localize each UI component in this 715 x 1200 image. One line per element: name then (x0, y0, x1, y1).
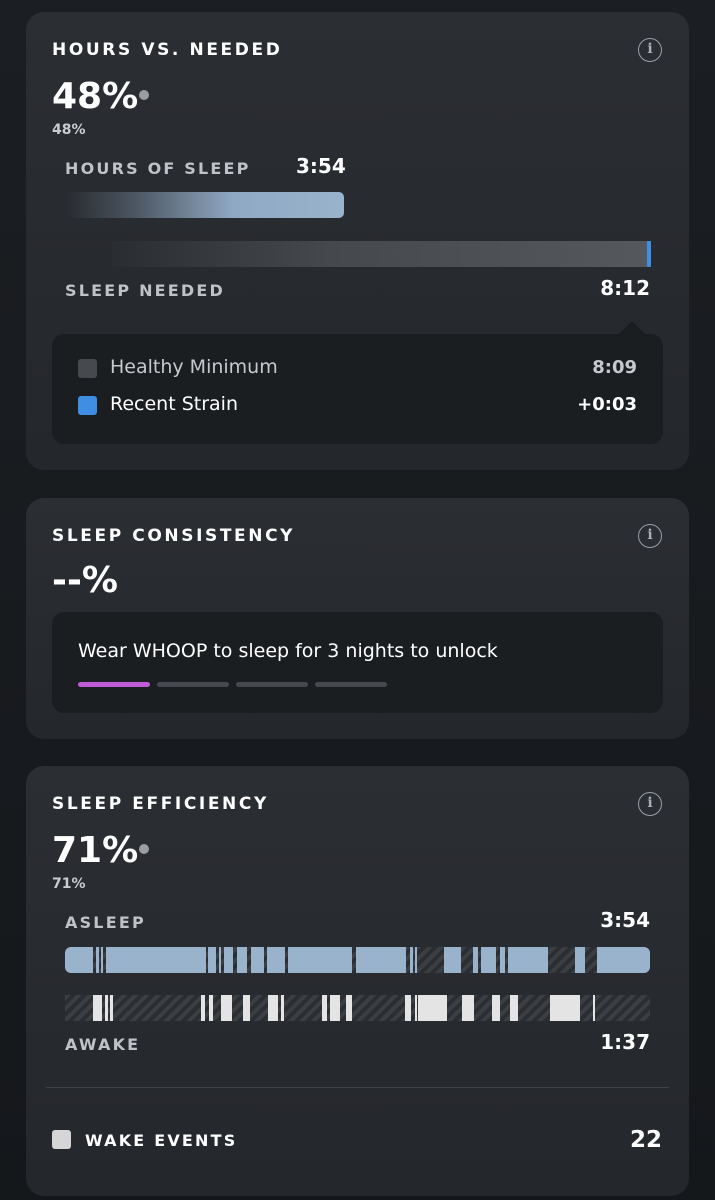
recent-strain-label: Recent Strain (110, 393, 238, 415)
asleep-segment (267, 947, 285, 973)
awake-segment (93, 995, 102, 1021)
card-title: SLEEP CONSISTENCY (52, 526, 296, 546)
awake-segment (268, 995, 278, 1021)
awake-segment (105, 995, 108, 1021)
sleep-needed-breakdown: Healthy Minimum 8:09 Recent Strain +0:03 (52, 334, 663, 444)
healthy-minimum-value: 8:09 (592, 357, 637, 378)
divider (46, 1087, 669, 1088)
asleep-segment (224, 947, 233, 973)
info-icon[interactable]: i (638, 524, 662, 548)
awake-segment (415, 995, 417, 1021)
wake-events-value: 22 (629, 1127, 662, 1153)
asleep-segment (597, 947, 650, 973)
progress-segment (157, 682, 229, 687)
asleep-segment (219, 947, 221, 973)
awake-segment (110, 995, 113, 1021)
awake-segment (492, 995, 500, 1021)
awake-segment (510, 995, 518, 1021)
unlock-message: Wear WHOOP to sleep for 3 nights to unlo… (78, 640, 498, 662)
asleep-segment (101, 947, 103, 973)
asleep-segment (208, 947, 216, 973)
awake-segment (330, 995, 340, 1021)
asleep-segment (500, 947, 505, 973)
awake-segment (405, 995, 411, 1021)
healthy-minimum-swatch (78, 359, 97, 378)
asleep-value: 3:54 (600, 908, 650, 932)
sleep-efficiency-card: SLEEP EFFICIENCY i 71% 71% ASLEEP 3:54 A… (26, 766, 689, 1196)
asleep-segment (575, 947, 585, 973)
awake-segment (243, 995, 250, 1021)
card-title: HOURS VS. NEEDED (52, 40, 283, 60)
awake-segment (346, 995, 352, 1021)
legend-pointer (619, 321, 645, 334)
awake-segment (209, 995, 213, 1021)
info-icon[interactable]: i (638, 38, 662, 62)
hours-of-sleep-bar (66, 192, 344, 218)
progress-segment (78, 682, 150, 687)
awake-value: 1:37 (600, 1030, 650, 1054)
awake-segment (593, 995, 595, 1021)
progress-segment (236, 682, 308, 687)
hours-percent-small: 48% (52, 122, 86, 138)
hours-vs-needed-card: HOURS VS. NEEDED i 48% 48% HOURS OF SLEE… (26, 12, 689, 470)
hours-of-sleep-value: 3:54 (296, 154, 346, 178)
asleep-segment (444, 947, 461, 973)
consistency-percent: --% (52, 560, 118, 601)
efficiency-percent: 71% (52, 830, 139, 871)
asleep-segment (65, 947, 93, 973)
sleep-needed-marker (647, 241, 651, 267)
card-title: SLEEP EFFICIENCY (52, 794, 269, 814)
awake-segment (462, 995, 474, 1021)
hours-of-sleep-label: HOURS OF SLEEP (65, 159, 251, 178)
healthy-minimum-label: Healthy Minimum (110, 356, 278, 378)
asleep-segment (237, 947, 247, 973)
sleep-consistency-card: SLEEP CONSISTENCY i --% Wear WHOOP to sl… (26, 498, 689, 739)
asleep-segment (251, 947, 264, 973)
progress-segment (315, 682, 387, 687)
asleep-segment (288, 947, 352, 973)
asleep-segment (96, 947, 99, 973)
asleep-segment (410, 947, 413, 973)
wake-events-label: WAKE EVENTS (85, 1131, 238, 1150)
efficiency-percent-small: 71% (52, 876, 86, 892)
asleep-segment (356, 947, 406, 973)
asleep-segment (473, 947, 478, 973)
unlock-panel: Wear WHOOP to sleep for 3 nights to unlo… (52, 612, 663, 713)
awake-segment (550, 995, 580, 1021)
info-icon[interactable]: i (638, 792, 662, 816)
status-dot (139, 844, 149, 854)
asleep-segment (415, 947, 417, 973)
sleep-needed-bar (112, 241, 650, 267)
awake-segment (221, 995, 232, 1021)
awake-segment (201, 995, 205, 1021)
hours-percent: 48% (52, 76, 139, 117)
wake-events-swatch (52, 1130, 71, 1149)
asleep-segment (481, 947, 496, 973)
recent-strain-swatch (78, 396, 97, 415)
sleep-needed-value: 8:12 (600, 276, 650, 300)
asleep-timeline (65, 947, 650, 973)
asleep-segment (508, 947, 548, 973)
awake-label: AWAKE (65, 1035, 141, 1054)
status-dot (139, 90, 149, 100)
awake-segment (281, 995, 284, 1021)
awake-timeline (65, 995, 650, 1021)
sleep-needed-label: SLEEP NEEDED (65, 281, 226, 300)
asleep-segment (106, 947, 206, 973)
recent-strain-value: +0:03 (577, 394, 637, 415)
asleep-label: ASLEEP (65, 913, 146, 932)
awake-segment (418, 995, 447, 1021)
awake-segment (322, 995, 327, 1021)
